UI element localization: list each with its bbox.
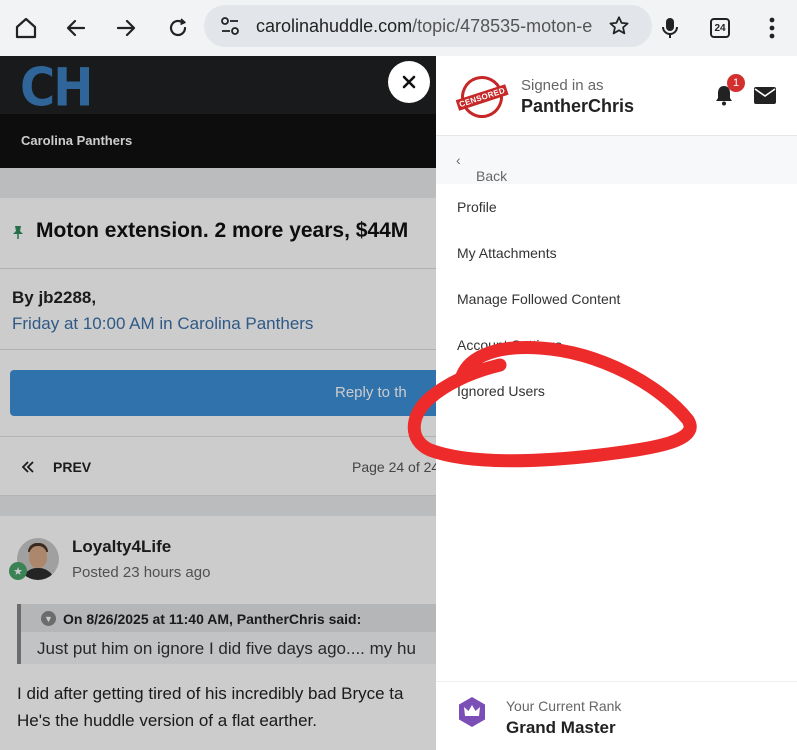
- more-menu-icon[interactable]: [754, 10, 790, 46]
- signed-in-label: Signed in as: [521, 77, 604, 94]
- tab-count: 24: [710, 18, 730, 38]
- back-arrow-icon[interactable]: [58, 10, 94, 46]
- menu-item-attachments[interactable]: My Attachments: [457, 245, 557, 261]
- username[interactable]: PantherChris: [521, 96, 634, 117]
- menu-item-account-settings[interactable]: Account Settings: [457, 337, 562, 353]
- user-block: CENSORED Signed in as PantherChris 1: [436, 56, 797, 136]
- site-settings-icon[interactable]: [220, 17, 240, 40]
- notification-badge: 1: [727, 74, 745, 92]
- bookmark-star-icon[interactable]: [608, 15, 630, 42]
- back-label: ‹ Back: [456, 152, 508, 184]
- close-drawer-button[interactable]: [388, 61, 430, 103]
- back-button[interactable]: ‹ Back: [436, 136, 797, 184]
- menu-item-followed-content[interactable]: Manage Followed Content: [457, 291, 620, 307]
- user-menu-drawer: CENSORED Signed in as PantherChris 1 ‹ B…: [436, 56, 797, 750]
- close-icon: [402, 75, 416, 89]
- drawer-backdrop[interactable]: [0, 56, 436, 750]
- crown-rank-icon: [459, 697, 485, 727]
- envelope-icon[interactable]: [754, 87, 776, 104]
- browser-toolbar: carolinahuddle.com/topic/478535-moton-e …: [0, 0, 797, 56]
- user-avatar[interactable]: CENSORED: [455, 70, 509, 124]
- rank-value: Grand Master: [506, 718, 616, 737]
- home-icon[interactable]: [8, 10, 44, 46]
- microphone-icon[interactable]: [652, 10, 688, 46]
- tab-switcher-button[interactable]: 24: [702, 10, 738, 46]
- menu-item-profile[interactable]: Profile: [457, 199, 497, 215]
- forward-arrow-icon[interactable]: [108, 10, 144, 46]
- menu-item-ignored-users[interactable]: Ignored Users: [457, 383, 545, 399]
- reload-icon[interactable]: [160, 10, 196, 46]
- rank-label: Your Current Rank: [506, 698, 622, 714]
- url-text: carolinahuddle.com/topic/478535-moton-e: [256, 16, 593, 36]
- address-bar[interactable]: carolinahuddle.com/topic/478535-moton-e: [204, 5, 652, 47]
- rank-footer: Your Current Rank Grand Master: [436, 681, 797, 750]
